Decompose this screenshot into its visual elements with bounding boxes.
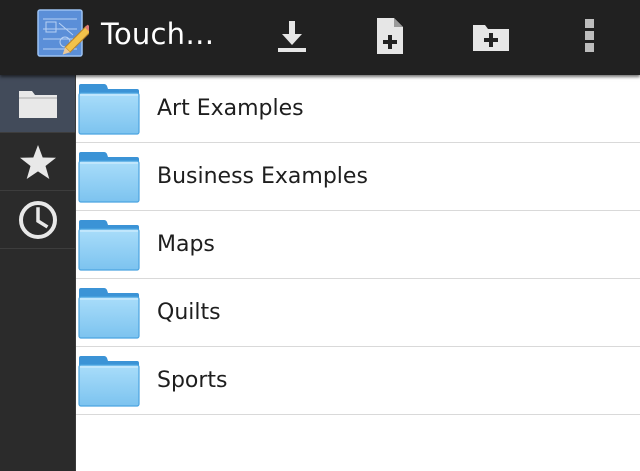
folder-icon bbox=[78, 84, 140, 135]
folder-icon bbox=[78, 288, 140, 339]
new-folder-button[interactable] bbox=[465, 12, 517, 60]
folder-name: Sports bbox=[157, 368, 228, 393]
sidebar-item-recent[interactable] bbox=[0, 191, 75, 249]
folder-icon bbox=[18, 90, 57, 118]
sidebar-item-folders[interactable] bbox=[0, 75, 75, 133]
new-folder-icon bbox=[473, 25, 509, 51]
list-item[interactable]: Sports bbox=[76, 347, 640, 415]
star-icon bbox=[19, 144, 56, 179]
overflow-menu-button[interactable] bbox=[572, 12, 608, 60]
folder-name: Quilts bbox=[157, 300, 221, 325]
folder-icon bbox=[78, 152, 140, 203]
list-item[interactable]: Quilts bbox=[76, 279, 640, 347]
list-item[interactable]: Maps bbox=[76, 211, 640, 279]
folder-list: Art Examples Business Examples Maps Quil… bbox=[76, 75, 640, 415]
download-icon bbox=[278, 21, 306, 52]
sidebar-item-favorites[interactable] bbox=[0, 133, 75, 191]
folder-name: Business Examples bbox=[157, 164, 368, 189]
folder-icon bbox=[78, 220, 140, 271]
list-item[interactable]: Business Examples bbox=[76, 143, 640, 211]
clock-icon bbox=[18, 200, 57, 239]
app-blueprint-pencil-icon[interactable] bbox=[37, 9, 93, 61]
new-file-button[interactable] bbox=[364, 12, 416, 60]
folder-name: Maps bbox=[157, 232, 215, 257]
new-file-icon bbox=[377, 18, 403, 54]
sidebar bbox=[0, 75, 76, 471]
folder-name: Art Examples bbox=[157, 96, 304, 121]
folder-icon bbox=[78, 356, 140, 407]
action-bar: Touch… bbox=[0, 0, 640, 75]
download-button[interactable] bbox=[266, 12, 318, 60]
overflow-menu-icon bbox=[585, 19, 594, 52]
app-title: Touch… bbox=[101, 17, 215, 51]
list-item[interactable]: Art Examples bbox=[76, 75, 640, 143]
